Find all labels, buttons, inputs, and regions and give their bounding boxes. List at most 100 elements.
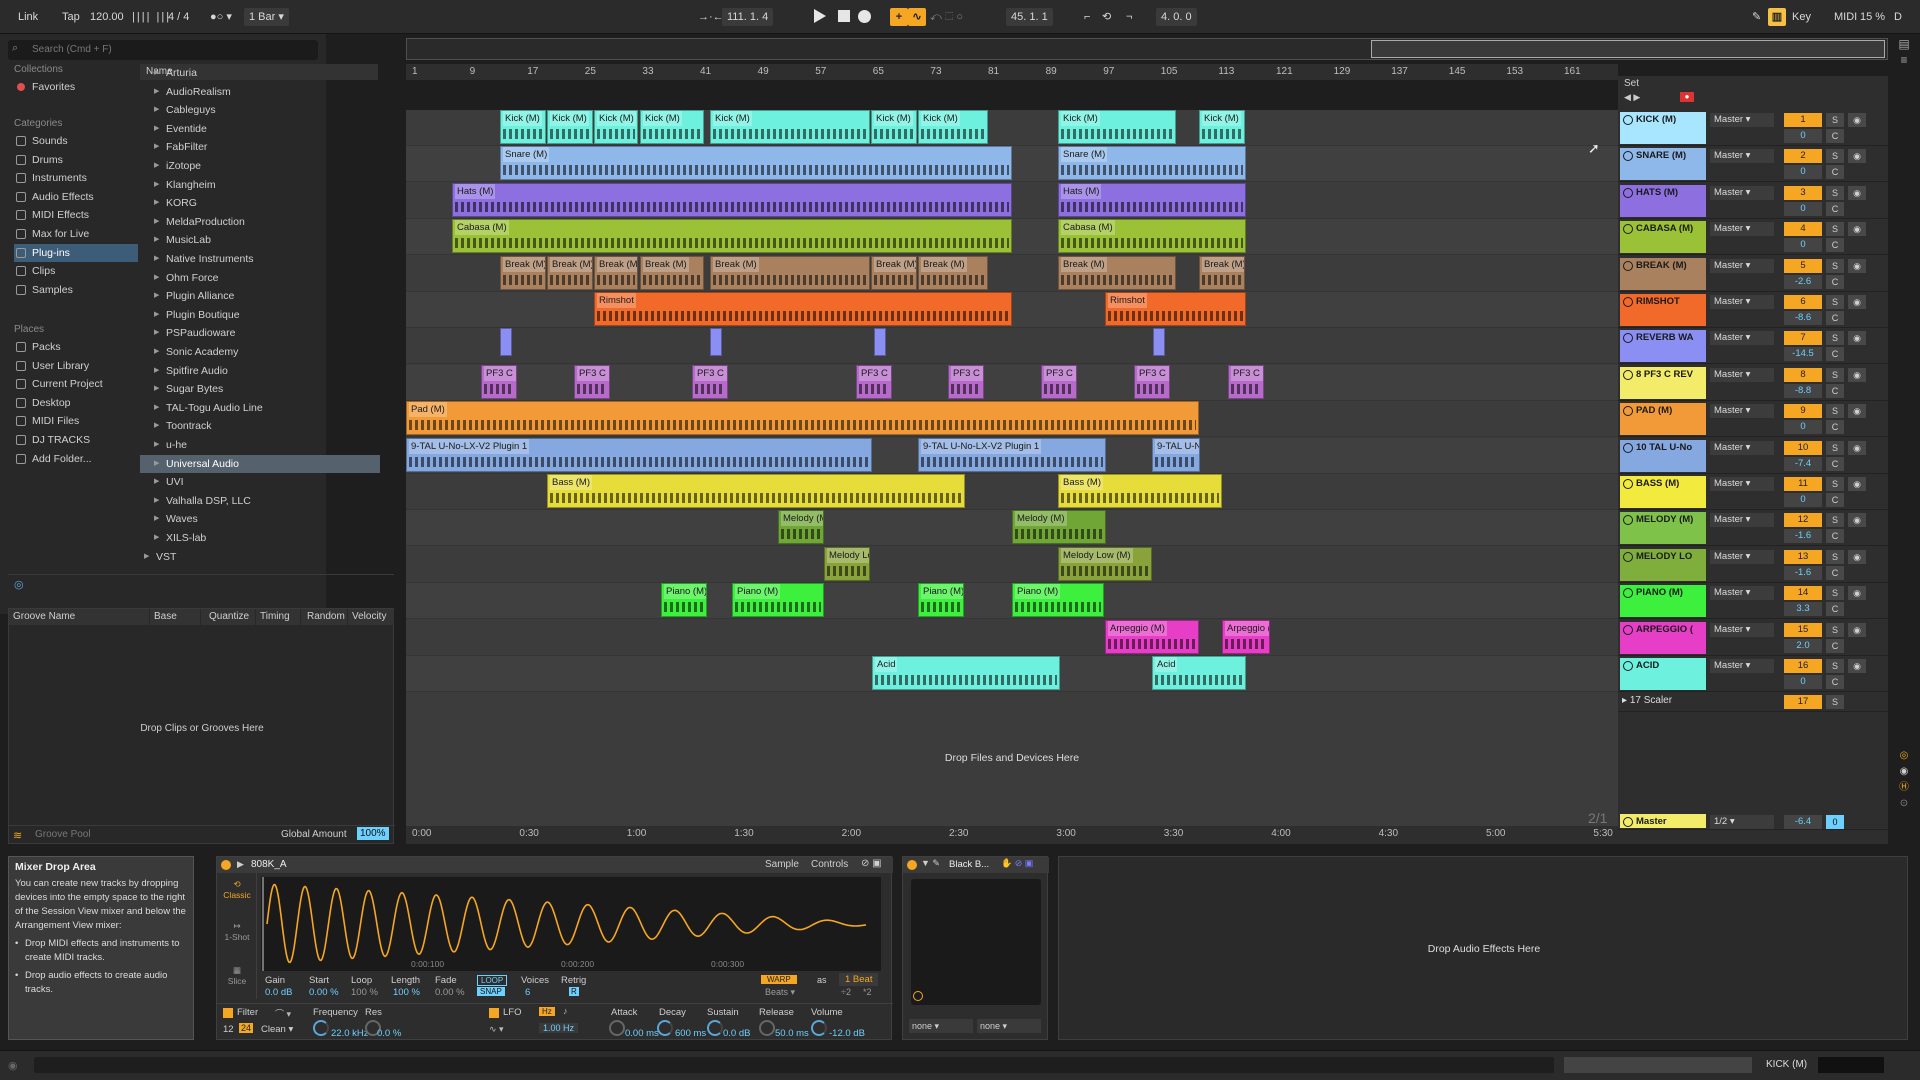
clip[interactable]: Pad (M) [406, 401, 1199, 436]
arm-icon[interactable]: ◉ [1848, 549, 1866, 564]
track-lane[interactable]: Rimshot Rimshot [406, 292, 1618, 328]
track-volume[interactable]: 0 [1784, 165, 1822, 180]
nudge-icon[interactable]: |||| ||| [132, 8, 171, 26]
global-amount-value[interactable]: 100% [357, 827, 389, 840]
clip[interactable]: Acid [1152, 656, 1246, 690]
warp-beats-field[interactable]: 1 Beat [839, 973, 879, 986]
overview-viewport[interactable] [1371, 40, 1885, 58]
clip[interactable]: Break (M) [1199, 255, 1245, 290]
clip[interactable]: Melody Low (M) [1058, 546, 1152, 581]
scaler-activator[interactable]: 17 [1784, 695, 1822, 710]
sidebar-item-plug-ins[interactable]: Plug-ins [14, 243, 138, 262]
arm-icon[interactable]: ◉ [1848, 222, 1866, 237]
plugin-folder-item[interactable]: iZotope [140, 157, 380, 175]
track-name-header[interactable]: MELODY LO [1620, 548, 1706, 581]
gain-value[interactable]: 0.0 dB [265, 987, 292, 998]
sidebar-item-drums[interactable]: Drums [14, 151, 138, 169]
clip[interactable]: Acid [872, 656, 1060, 690]
track-name-header[interactable]: KICK (M) [1620, 112, 1706, 144]
groove-drop-area[interactable]: Drop Clips or Grooves Here [9, 723, 395, 734]
plugin-folder-item[interactable]: AudioRealism [140, 83, 380, 101]
track-name-header[interactable]: BASS (M) [1620, 476, 1706, 508]
clip[interactable]: Kick (M) [710, 110, 870, 144]
lfo-sync-icon[interactable]: ♪ [563, 1006, 568, 1016]
track-output-menu[interactable]: Master ▾ [1710, 295, 1774, 309]
track-output-menu[interactable]: Master ▾ [1710, 113, 1774, 127]
start-value[interactable]: 0.00 % [309, 987, 339, 998]
track-name-header[interactable]: SNARE (M) [1620, 148, 1706, 181]
track-activator[interactable]: 2 [1784, 149, 1822, 164]
crossfade-button[interactable]: C [1826, 238, 1844, 253]
record-button[interactable] [858, 10, 871, 23]
track-fold-icon[interactable] [1623, 661, 1633, 671]
place-item-dj-tracks[interactable]: DJ TRACKS [14, 431, 138, 449]
track-output-menu[interactable]: Master ▾ [1710, 513, 1774, 528]
midi-map-button[interactable]: MIDI [1834, 8, 1857, 26]
clip[interactable]: Break (M) [640, 255, 704, 290]
place-item-add-folder[interactable]: Add Folder... [14, 450, 138, 468]
track-fold-icon[interactable] [1623, 260, 1633, 271]
clip[interactable]: PF3 C RE [948, 364, 984, 399]
double-tempo-button[interactable]: *2 [863, 987, 872, 997]
audio-effects-drop-area[interactable]: Drop Audio Effects Here [1058, 856, 1908, 1040]
clip[interactable]: Hats (M) [1058, 182, 1246, 217]
blackbox-display[interactable] [911, 879, 1041, 1005]
clip[interactable]: Break (M) [500, 255, 546, 290]
track-activator[interactable]: 3 [1784, 185, 1822, 200]
track-lane[interactable]: PF3 C RE PF3 C RE PF3 C RE PF3 C RE PF3 C RE… [406, 364, 1618, 401]
track-activator[interactable]: 14 [1784, 586, 1822, 601]
clip[interactable]: 9-TAL U-No- [1152, 437, 1200, 472]
clip[interactable]: Melody (M) [1012, 510, 1106, 545]
track-activator[interactable]: 11 [1784, 477, 1822, 491]
plugin-folder-item[interactable]: Ohm Force [140, 269, 380, 287]
groove-velocity-header[interactable]: Velocity [348, 609, 394, 625]
place-item-user-library[interactable]: User Library [14, 357, 138, 375]
track-output-menu[interactable]: Master ▾ [1710, 367, 1774, 382]
track-volume[interactable]: 2.0 [1784, 638, 1822, 653]
plugin-folder-item[interactable]: FabFilter [140, 138, 380, 156]
track-lane[interactable]: Bass (M) Bass (M) [406, 474, 1618, 510]
clip[interactable]: Cabasa (M) [1058, 219, 1246, 254]
device-expand-icon[interactable]: ▶ [237, 859, 244, 870]
groove-random-header[interactable]: Random [301, 609, 347, 625]
retrig-toggle[interactable]: R [569, 987, 579, 996]
track-activator[interactable]: 12 [1784, 513, 1822, 528]
clip[interactable] [1153, 328, 1165, 357]
track-volume[interactable]: 0 [1784, 493, 1822, 507]
solo-button[interactable]: S [1826, 258, 1844, 273]
automation-arm-button[interactable]: ∿ [908, 8, 926, 26]
track-output-menu[interactable]: Master ▾ [1710, 586, 1774, 601]
side-panel-icons[interactable]: ◎ ◉ Ⓗ ⊙ [1894, 748, 1914, 820]
arm-icon[interactable]: ◉ [1848, 622, 1866, 637]
crossfade-button[interactable]: C [1826, 347, 1844, 362]
solo-button[interactable]: S [1826, 549, 1844, 564]
loop-start-field[interactable]: 45. 1. 1 [1006, 8, 1053, 26]
decay-value[interactable]: 600 ms [675, 1028, 706, 1039]
song-position[interactable]: 111. 1. 4 [722, 8, 774, 26]
track-output-menu[interactable]: Master ▾ [1710, 549, 1774, 564]
blackbox-input-menu[interactable]: none ▾ [909, 1019, 973, 1033]
master-volume[interactable]: -6.4 [1784, 815, 1822, 829]
lfo-shape-menu[interactable]: ∿ ▾ [489, 1024, 504, 1035]
track-activator[interactable]: 15 [1784, 622, 1822, 637]
device-power-icon[interactable] [221, 860, 231, 870]
tab-sample[interactable]: Sample [765, 859, 799, 870]
keyboard-icon[interactable]: ▥ [1768, 8, 1786, 26]
clip[interactable]: Cabasa (M) [452, 219, 1012, 254]
solo-button[interactable]: S [1826, 295, 1844, 309]
length-value[interactable]: 100 % [393, 987, 420, 998]
master-output-menu[interactable]: 1/2 ▾ [1710, 815, 1774, 829]
sidebar-item-clips[interactable]: Clips [14, 262, 138, 280]
clip[interactable]: PF3 C RE [1134, 364, 1170, 399]
track-name-header[interactable]: BREAK (M) [1620, 257, 1706, 290]
master-name-header[interactable]: Master [1620, 814, 1706, 828]
time-signature[interactable]: 4 / 4 [168, 8, 189, 26]
lfo-rate-field[interactable]: 1.00 Hz [539, 1023, 579, 1033]
stop-button[interactable] [838, 10, 850, 22]
clip[interactable]: Piano (M) [1012, 583, 1104, 618]
draw-mode-icon[interactable]: ✎ [1752, 8, 1761, 26]
loop-toggle[interactable]: LOOP [477, 975, 508, 986]
arrangement-view[interactable]: Kick (M) Kick (M) Kick (M) Kick (M) Kick (M)… [406, 110, 1618, 826]
track-name-header[interactable]: PIANO (M) [1620, 585, 1706, 618]
solo-button[interactable]: S [1826, 477, 1844, 491]
